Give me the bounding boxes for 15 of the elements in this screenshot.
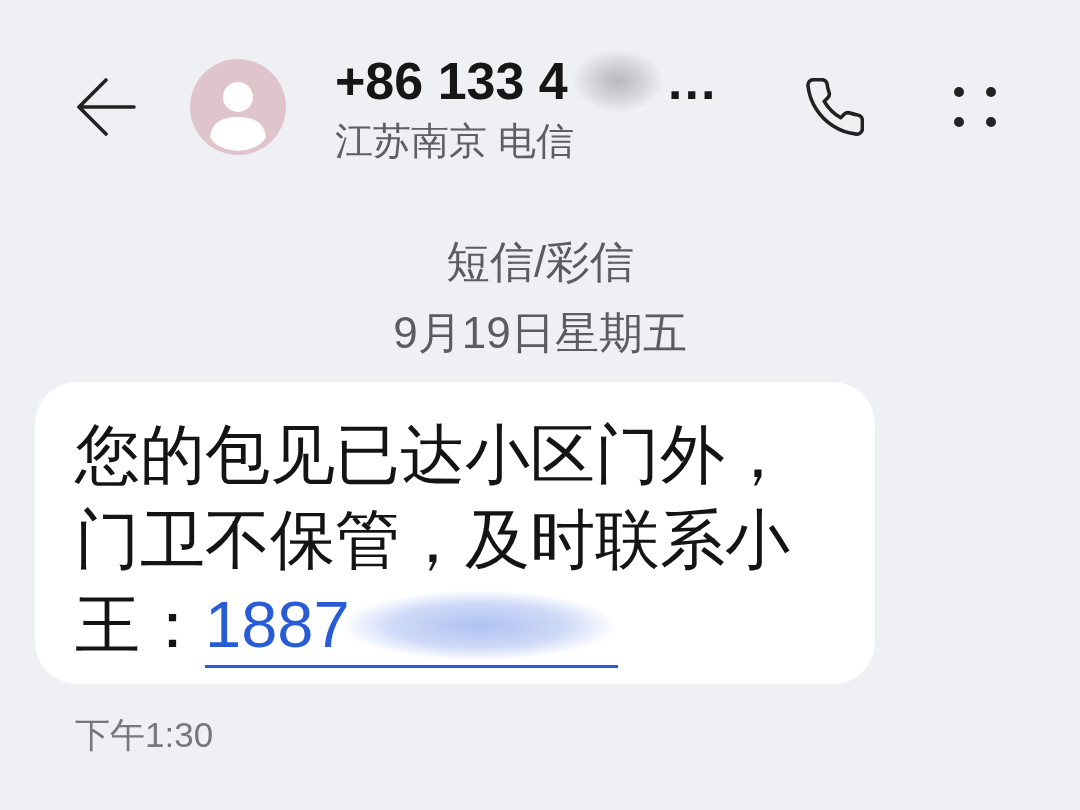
date-label: 9月19日星期五 xyxy=(393,307,687,359)
message-text: 您的包见已达小区门外，门卫不保管，及时联系小王：1887 xyxy=(75,412,815,668)
carrier-text: 江苏南京 电信 xyxy=(335,119,575,164)
ellipsis-text: … xyxy=(665,51,718,112)
message-time: 下午1:30 xyxy=(75,713,214,756)
back-button[interactable] xyxy=(76,78,136,136)
back-icon xyxy=(76,78,136,136)
avatar-icon xyxy=(190,59,286,155)
call-button[interactable] xyxy=(806,78,864,136)
more-button[interactable] xyxy=(954,87,996,127)
phone-number-link[interactable]: 1887 xyxy=(205,588,618,668)
phone-icon xyxy=(806,78,864,136)
more-icon xyxy=(954,87,996,127)
message-type-label: 短信/彩信 xyxy=(445,236,635,288)
contact-number: +86 133 4 xyxy=(335,51,568,112)
